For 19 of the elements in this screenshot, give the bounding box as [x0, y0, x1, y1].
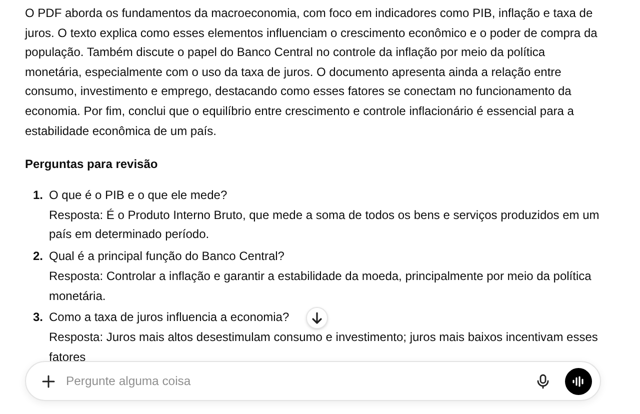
question-text: Como a taxa de juros influencia a economia?: [49, 309, 290, 326]
section-heading: Perguntas para revisão: [25, 156, 158, 174]
question-text: Qual é a principal função do Banco Central?: [49, 248, 284, 265]
scroll-down-button[interactable]: [306, 306, 328, 328]
voice-mode-button[interactable]: [565, 368, 592, 394]
add-button[interactable]: [40, 373, 56, 389]
question-text: O que é o PIB e o que ele mede?: [49, 186, 228, 204]
list-number: 2.: [32, 248, 44, 265]
arrow-down-icon: [310, 310, 324, 324]
answer-text: Resposta: Controlar a inflação e garantir a estabilidade da moeda, principalmente por meio da política monetária.: [49, 268, 592, 305]
plus-icon: [42, 374, 54, 388]
microphone-icon: [537, 374, 549, 388]
message-composer[interactable]: Pergunte alguma coisa: [25, 361, 601, 401]
answer-text: Resposta: É o Produto Interno Bruto, que mede a soma de todos os bens e serviços produzidos em um país em determinado período.: [49, 206, 600, 244]
summary-paragraph: O PDF aborda os fundamentos da macroeconomia, com foco em indicadores como PIB, inflação e taxa de juros. O texto explica como esses elementos influenciam o crescimento econômico e o poder de compra da população. Também discute o papel do Banco Central no controle da inflação por meio da política monetária, especialmente com o uso da taxa de juros. O documento apresenta ainda a relação entre consumo, investimento e emprego, destacando como esses fatores se conectam no funcionamento da economia. Por fim, conclui que o equilíbrio entre crescimento e controle inflacionário é essencial para a estabilidade econômica de um país.: [25, 5, 598, 140]
list-number: 1.: [32, 186, 44, 204]
message-input[interactable]: Pergunte alguma coisa: [66, 372, 533, 390]
waveform-icon: [572, 376, 585, 386]
list-number: 3.: [32, 309, 44, 326]
